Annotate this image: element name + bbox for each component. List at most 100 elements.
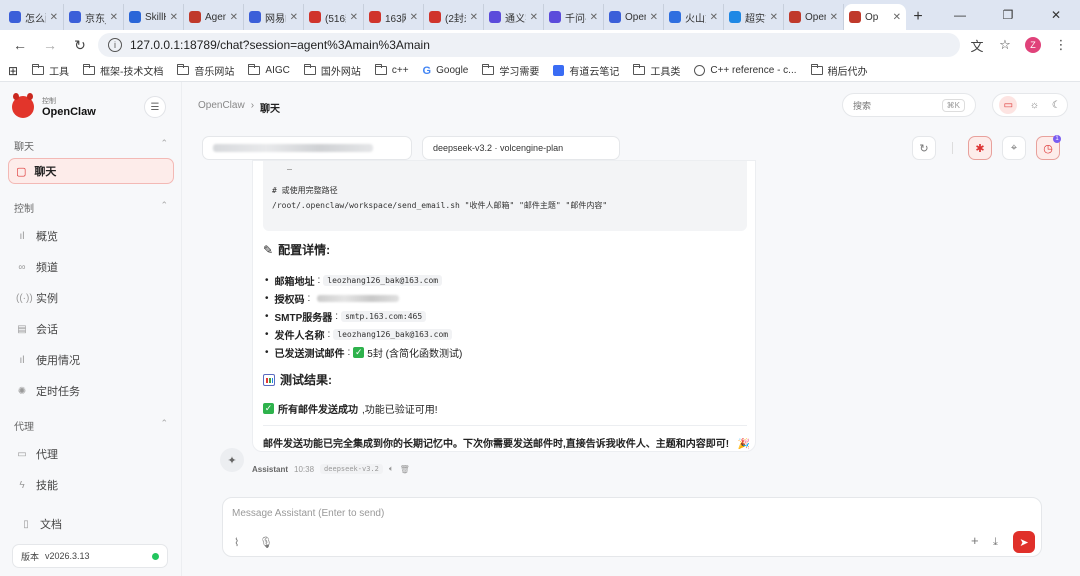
history-button[interactable]: ◷ 1 xyxy=(1036,135,1061,160)
sidebar-item-instances[interactable]: ((·)) 实例 xyxy=(16,290,58,306)
browser-tab[interactable]: 京东_ ✕ xyxy=(64,4,124,30)
composer-input[interactable]: Message Assistant (Enter to send) xyxy=(232,508,384,519)
brand: 控制 OpenClaw xyxy=(12,93,96,118)
tab-close-icon[interactable]: ✕ xyxy=(710,12,718,23)
bookmark-star-icon[interactable]: ☆ xyxy=(994,34,1016,56)
tab-close-icon[interactable]: ✕ xyxy=(350,12,358,23)
browser-tab[interactable]: SkillH ✕ xyxy=(124,4,184,30)
translate-icon[interactable]: 文 xyxy=(966,34,988,56)
bookmark-item[interactable]: G Google xyxy=(423,63,469,78)
new-tab-button[interactable]: + xyxy=(906,4,930,30)
lobster-icon xyxy=(789,11,801,23)
bookmark-item[interactable]: 学习需要 xyxy=(482,63,539,78)
tab-close-icon[interactable]: ✕ xyxy=(590,12,598,23)
bookmark-item[interactable]: 音乐网站 xyxy=(177,63,234,78)
tab-close-icon[interactable]: ✕ xyxy=(530,12,538,23)
tab-close-icon[interactable]: ✕ xyxy=(50,12,58,23)
breadcrumb-root[interactable]: OpenClaw xyxy=(198,100,245,115)
browser-tab[interactable]: Open ✕ xyxy=(604,4,664,30)
tab-close-icon[interactable]: ✕ xyxy=(410,12,418,23)
bookmark-item[interactable]: 国外网站 xyxy=(303,63,361,78)
sun-icon[interactable]: ☼ xyxy=(1030,100,1039,111)
tab-close-icon[interactable]: ✕ xyxy=(893,12,901,23)
sidebar-item-label: 代理 xyxy=(36,449,58,461)
browser-tab[interactable]: Agent ✕ xyxy=(184,4,244,30)
browser-tab[interactable]: 网易邮 ✕ xyxy=(244,4,304,30)
sidebar-item-skills[interactable]: ϟ 技能 xyxy=(16,477,58,493)
sidebar-collapse-button[interactable]: ☰ xyxy=(144,96,166,118)
brain-icon: ✱ xyxy=(975,142,985,155)
browser-tab[interactable]: 火山方 ✕ xyxy=(664,4,724,30)
bookmark-item[interactable]: C++ reference - c... xyxy=(694,63,797,78)
browser-tab[interactable]: 怎么配 ✕ xyxy=(4,4,64,30)
browser-tab[interactable]: Openc ✕ xyxy=(784,4,844,30)
sidebar-item-usage[interactable]: ıl 使用情况 xyxy=(16,352,81,368)
tab-close-icon[interactable]: ✕ xyxy=(110,12,118,23)
close-window-icon[interactable]: ✕ xyxy=(1032,0,1080,30)
session-select[interactable] xyxy=(202,136,412,160)
apps-grid-icon[interactable]: ⊞ xyxy=(8,64,18,78)
speaker-icon[interactable]: 🔈︎ xyxy=(389,464,394,474)
sidebar-item-sessions[interactable]: ▤ 会话 xyxy=(16,321,58,337)
bookmark-item[interactable]: 工具类 xyxy=(633,63,680,78)
bookmark-item[interactable]: c++ xyxy=(374,63,409,78)
bookmark-item[interactable]: 工具 xyxy=(32,63,69,78)
trash-icon[interactable]: 🗑︎ xyxy=(400,465,410,474)
tab-close-icon[interactable]: ✕ xyxy=(170,12,178,23)
address-bar-row: ← → ↻ i 127.0.0.1:18789/chat?session=age… xyxy=(0,30,1080,60)
microphone-icon[interactable]: 🎙︎ xyxy=(259,536,273,549)
paperclip-icon[interactable]: ⌇ xyxy=(234,536,239,549)
cppref-icon xyxy=(694,65,706,76)
profile-button[interactable]: Z xyxy=(1022,34,1044,56)
back-button[interactable]: ← xyxy=(8,33,32,57)
browser-tab[interactable]: 千问-C ✕ xyxy=(544,4,604,30)
restore-icon[interactable]: ❐ xyxy=(984,0,1032,30)
browser-tab[interactable]: 通义实 ✕ xyxy=(484,4,544,30)
browser-tab[interactable]: (516封 ✕ xyxy=(304,4,364,30)
chat-bubble-icon: ▢ xyxy=(16,165,27,178)
sidebar-item-channels[interactable]: ∞ 频道 xyxy=(16,259,58,275)
focus-mode-button[interactable]: ⌖ xyxy=(1002,136,1026,160)
message-composer[interactable]: Message Assistant (Enter to send) ⌇ 🎙︎ +… xyxy=(222,497,1042,557)
bookmark-item[interactable]: 框架-技术文档 xyxy=(83,63,163,78)
monitor-icon[interactable]: ▭ xyxy=(999,96,1018,114)
tab-close-icon[interactable]: ✕ xyxy=(770,12,778,23)
search-input[interactable]: 搜索 ⌘K xyxy=(842,93,976,117)
browser-tab[interactable]: 163网 ✕ xyxy=(364,4,424,30)
plus-icon[interactable]: + xyxy=(971,533,979,548)
minimize-icon[interactable]: — xyxy=(936,0,984,30)
tab-close-icon[interactable]: ✕ xyxy=(470,12,478,23)
section-chat[interactable]: 聊天 ⌃ xyxy=(14,138,168,153)
bookmark-item[interactable]: 稍后代办 xyxy=(810,63,868,78)
sidebar-item-cron[interactable]: ✺ 定时任务 xyxy=(16,383,80,399)
moon-icon[interactable]: ☾ xyxy=(1052,100,1061,111)
browser-tab[interactable]: 超实能 ✕ xyxy=(724,4,784,30)
download-icon[interactable]: ⤓ xyxy=(993,536,998,549)
send-button[interactable]: ➤ xyxy=(1013,531,1035,553)
model-select[interactable]: deepseek-v3.2 · volcengine-plan xyxy=(422,136,620,160)
bookmark-item[interactable]: AIGC xyxy=(248,63,290,78)
tab-close-icon[interactable]: ✕ xyxy=(290,12,298,23)
section-agent[interactable]: 代理 ⌃ xyxy=(14,418,168,433)
refresh-button[interactable]: ↻ xyxy=(912,136,936,160)
message-model-tag: deepseek-v3.2 xyxy=(320,464,383,474)
reload-button[interactable]: ↻ xyxy=(68,33,92,57)
sidebar-item-chat[interactable]: ▢ 聊天 xyxy=(8,158,174,184)
browser-tab[interactable]: (2封未 ✕ xyxy=(424,4,484,30)
tab-close-icon[interactable]: ✕ xyxy=(830,12,838,23)
tab-close-icon[interactable]: ✕ xyxy=(650,12,658,23)
sidebar-item-agents[interactable]: ▭ 代理 xyxy=(16,446,58,462)
sidebar-item-overview[interactable]: ıl 概览 xyxy=(16,228,59,244)
browser-tab[interactable]: Op ✕ xyxy=(844,4,906,30)
tab-close-icon[interactable]: ✕ xyxy=(230,12,238,23)
sender-value: leozhang126_bak@163.com xyxy=(333,329,453,340)
site-info-icon[interactable]: i xyxy=(108,38,122,52)
url-bar[interactable]: i 127.0.0.1:18789/chat?session=agent%3Am… xyxy=(98,33,960,57)
bookmark-item[interactable]: 有道云笔记 xyxy=(553,63,619,78)
window-controls: — ❐ ✕ xyxy=(936,0,1080,30)
thinking-toggle-button[interactable]: ✱ xyxy=(968,136,992,160)
sidebar-item-docs[interactable]: ▯ 文档 xyxy=(20,516,62,532)
section-control[interactable]: 控制 ⌃ xyxy=(14,200,168,215)
browser-menu-icon[interactable]: ⋮ xyxy=(1050,34,1072,56)
forward-button[interactable]: → xyxy=(38,33,62,57)
